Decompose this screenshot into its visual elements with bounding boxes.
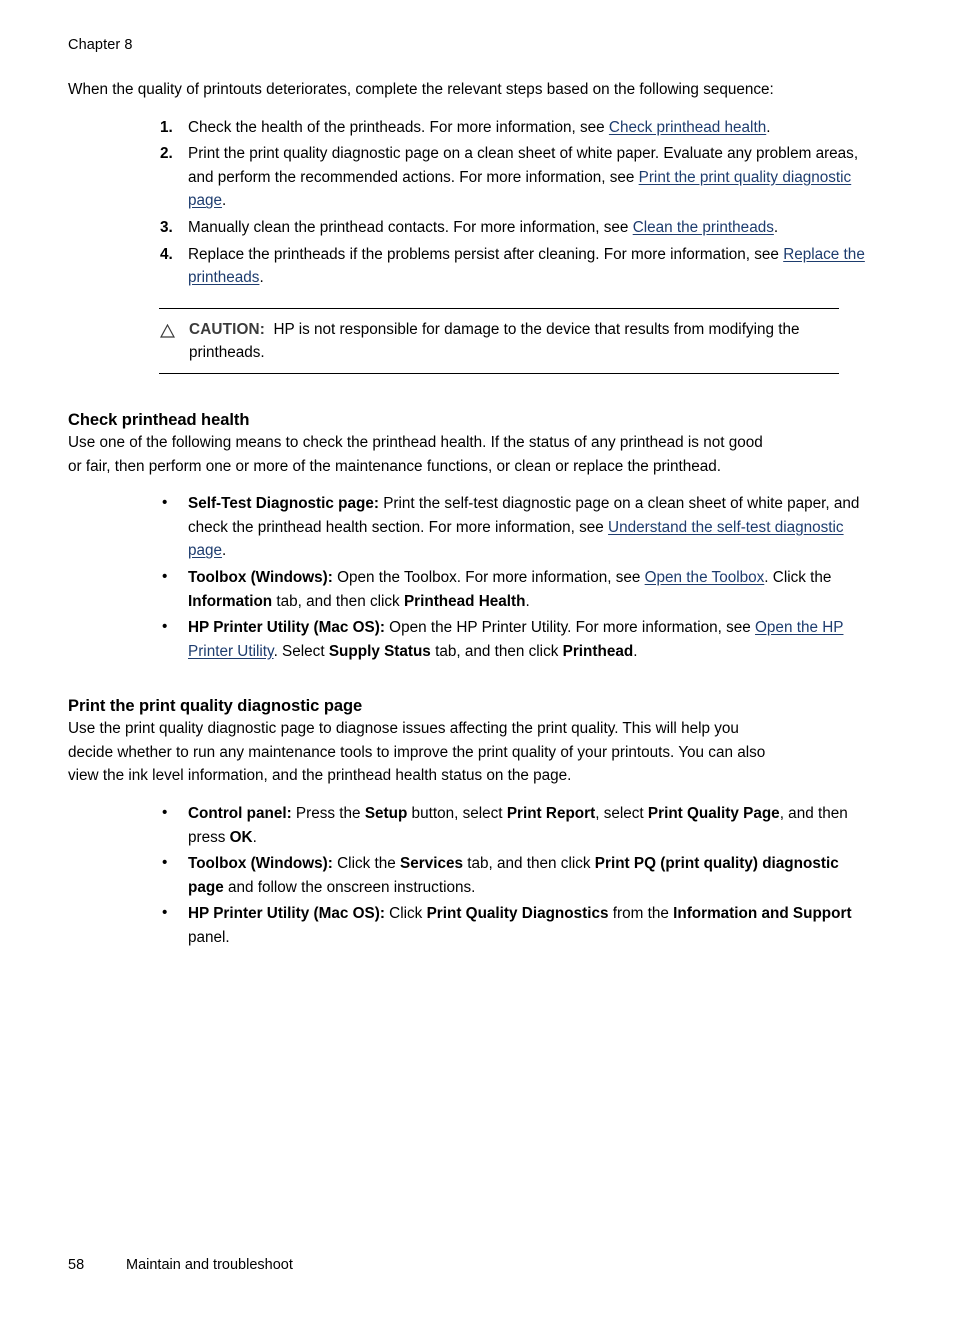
emphasis-text: Print Quality Diagnostics [426,905,609,923]
text-run: and follow the onscreen instructions. [223,878,476,896]
page-footer: 58 Maintain and troubleshoot [68,1256,868,1274]
text-run: . [633,642,638,660]
step-text: Replace the printheads if the problems p… [188,246,865,287]
bullet-marker: • [162,494,168,512]
document-page: Chapter 8 When the quality of printouts … [0,0,954,1321]
troubleshooting-steps-list: 1. Check the health of the printheads. Fo… [159,116,868,290]
check-printhead-health-paragraph: Use one of the following means to check … [68,433,763,475]
text-run: . [766,118,771,136]
bullet-text: HP Printer Utility (Mac OS): Click Print… [188,905,852,946]
check-printhead-health-bullets: • Self-Test Diagnostic page: Print the se… [159,492,868,663]
numbered-step: 1. Check the health of the printheads. Fo… [159,116,868,140]
bullet-marker: • [162,904,168,922]
bullet-text: Control panel: Press the Setup button, s… [188,805,848,846]
caution-text: HP is not responsible for damage to the … [189,320,800,362]
cross-reference-link[interactable]: Clean the printheads [633,219,774,236]
bullet-item: • Control panel: Press the Setup button, … [159,802,868,849]
emphasis-text: OK [229,828,253,846]
section-heading-print-quality-diagnostic-page: Print the print quality diagnostic page [68,697,363,716]
bullet-item: • Toolbox (Windows): Open the Toolbox. Fo… [159,566,868,613]
emphasis-text: Printhead Health [403,592,526,610]
text-run: . Select [273,642,329,660]
running-header-chapter: Chapter 8 [68,37,133,53]
intro-paragraph: When the quality of printouts deteriorat… [68,81,774,98]
emphasis-text: Setup [364,805,408,823]
text-run: , select [595,805,648,823]
text-run: Open the HP Printer Utility. For more in… [384,619,756,637]
emphasis-text: Toolbox (Windows): [188,568,333,586]
text-run: Press the [291,805,365,823]
bullet-item: • HP Printer Utility (Mac OS): Click Prin… [159,902,868,949]
text-run: panel. [188,929,230,947]
text-run: Open the Toolbox. For more information, … [332,568,645,586]
numbered-step: 2. Print the print quality diagnostic pag… [159,142,868,213]
bullet-item: • Toolbox (Windows): Click the Services t… [159,852,868,899]
step-number: 1. [160,118,173,136]
text-run: . [259,269,264,287]
step-text: Check the health of the printheads. For … [188,119,770,136]
bullet-item: • HP Printer Utility (Mac OS): Open the H… [159,616,868,663]
caution-admonition: CAUTION: HP is not responsible for damag… [159,307,839,374]
caution-body: CAUTION: HP is not responsible for damag… [159,318,839,365]
emphasis-text: HP Printer Utility (Mac OS): [188,619,385,637]
text-run: . [222,192,227,210]
print-quality-diagnostic-bullets: • Control panel: Press the Setup button, … [159,802,868,950]
bullet-item: • Self-Test Diagnostic page: Print the se… [159,492,868,563]
emphasis-text: Control panel: [188,805,292,823]
step-text: Manually clean the printhead contacts. F… [188,219,778,236]
emphasis-text: Self-Test Diagnostic page: [188,495,379,513]
text-run: Check the health of the printheads. For … [188,118,609,136]
caution-label: CAUTION: [189,320,265,338]
text-run: . Click the [764,568,832,586]
bullet-marker: • [162,804,168,822]
footer-page-number: 58 [68,1257,85,1273]
section-heading-check-printhead-health: Check printhead health [68,410,250,429]
footer-section-title: Maintain and troubleshoot [126,1257,293,1273]
emphasis-text: Printhead [562,642,634,660]
bullet-marker: • [162,618,168,636]
text-run: Click the [332,855,401,873]
bullet-text: Toolbox (Windows): Open the Toolbox. For… [188,569,831,610]
emphasis-text: Services [400,855,463,873]
step-text: Print the print quality diagnostic page … [188,145,858,209]
bullet-text: Toolbox (Windows): Click the Services ta… [188,855,839,896]
print-quality-diagnostic-paragraph: Use the print quality diagnostic page to… [68,720,766,785]
bullet-text: Self-Test Diagnostic page: Print the sel… [188,495,859,559]
text-run: from the [608,905,674,923]
step-number: 3. [160,218,173,236]
text-run: Replace the printheads if the problems p… [188,245,784,263]
page-content: When the quality of printouts deteriorat… [68,78,868,950]
bullet-marker: • [162,854,168,872]
numbered-step: 3. Manually clean the printhead contacts.… [159,216,868,240]
step-number: 2. [160,145,173,163]
bullet-text: HP Printer Utility (Mac OS): Open the HP… [188,619,843,660]
emphasis-text: HP Printer Utility (Mac OS): [188,905,385,923]
emphasis-text: Information and Support [673,905,852,923]
bullet-marker: • [162,567,168,585]
text-run: tab, and then click [272,592,404,610]
text-run: . [222,542,227,560]
emphasis-text: Supply Status [328,642,431,660]
text-run: . [525,592,530,610]
emphasis-text: Print Quality Page [647,805,780,823]
text-run: . [252,828,257,846]
text-run: . [773,218,779,236]
text-run: Manually clean the printhead contacts. F… [188,218,633,236]
cross-reference-link[interactable]: Check printhead health [609,119,766,136]
cross-reference-link[interactable]: Open the Toolbox [645,569,765,586]
step-number: 4. [160,245,173,263]
emphasis-text: Information [188,592,273,610]
text-run: tab, and then click [430,642,563,660]
text-run: button, select [407,805,507,823]
numbered-step: 4. Replace the printheads if the problems… [159,243,868,290]
text-run: Click [384,905,427,923]
emphasis-text: Toolbox (Windows): [188,855,333,873]
text-run: tab, and then click [462,855,595,873]
warning-triangle-icon [159,322,176,338]
emphasis-text: Print Report [506,805,596,823]
